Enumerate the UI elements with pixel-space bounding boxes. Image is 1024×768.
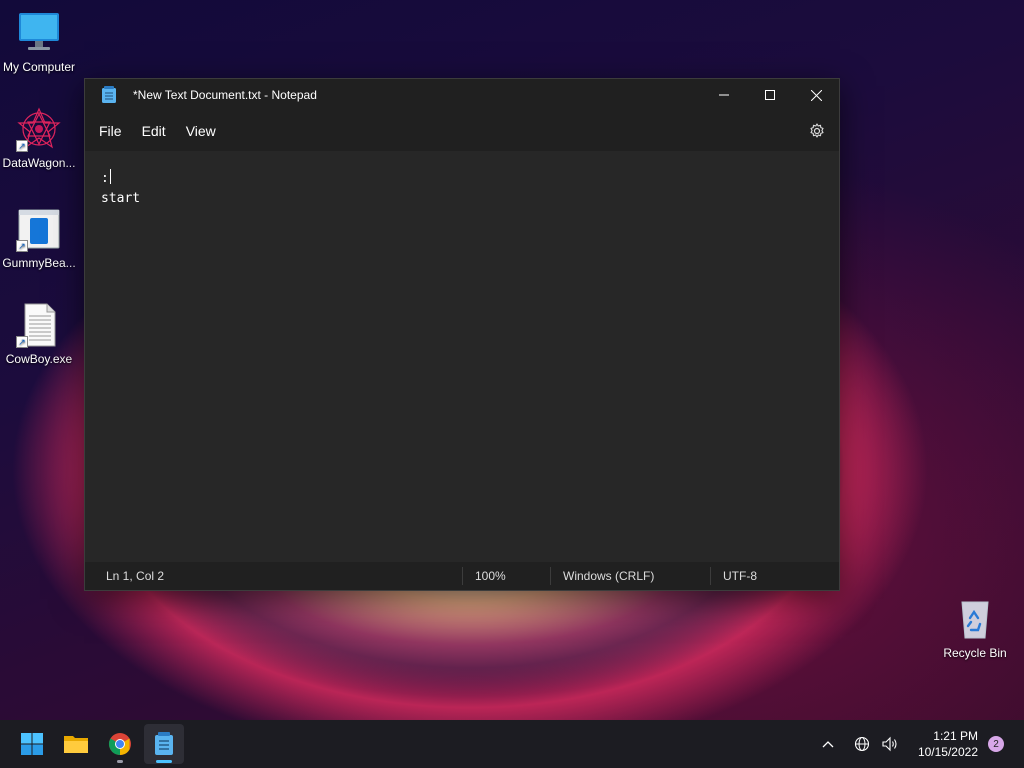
desktop-icon-datawagon[interactable]: ↗ DataWagon... xyxy=(0,106,78,170)
status-bar: Ln 1, Col 2 100% Windows (CRLF) UTF-8 xyxy=(85,562,839,590)
window-title: *New Text Document.txt - Notepad xyxy=(133,88,317,102)
desktop-icon-my-computer[interactable]: My Computer xyxy=(0,10,78,74)
speaker-icon xyxy=(882,736,897,752)
menu-edit[interactable]: Edit xyxy=(132,117,176,145)
minimize-button[interactable] xyxy=(701,79,747,111)
settings-button[interactable] xyxy=(807,121,827,141)
volume-button[interactable] xyxy=(878,732,902,756)
show-hidden-icons-button[interactable] xyxy=(816,732,840,756)
status-zoom: 100% xyxy=(462,567,550,585)
taskbar: 1:21 PM 10/15/2022 2 xyxy=(0,720,1024,768)
notepad-icon xyxy=(155,732,173,755)
close-icon xyxy=(810,89,822,101)
close-button[interactable] xyxy=(793,79,839,111)
menu-view[interactable]: View xyxy=(176,117,226,145)
notepad-taskbar-button[interactable] xyxy=(144,724,184,764)
chrome-icon xyxy=(109,733,131,755)
maximize-button[interactable] xyxy=(747,79,793,111)
start-icon xyxy=(21,733,43,755)
desktop-icon-gummybear[interactable]: ↗ GummyBea... xyxy=(0,206,78,270)
datawagon-icon: ↗ xyxy=(16,106,62,152)
monitor-icon xyxy=(16,10,62,56)
desktop-icon-recycle-bin[interactable]: Recycle Bin xyxy=(936,596,1014,660)
menu-file[interactable]: File xyxy=(89,117,132,145)
status-position: Ln 1, Col 2 xyxy=(106,569,165,583)
text-line: : xyxy=(101,169,111,186)
shortcut-arrow-icon: ↗ xyxy=(16,240,28,252)
title-bar[interactable]: *New Text Document.txt - Notepad xyxy=(85,79,839,111)
clock-time: 1:21 PM xyxy=(933,729,978,743)
active-indicator xyxy=(156,760,172,763)
minimize-icon xyxy=(719,94,729,96)
file-explorer-icon xyxy=(64,736,88,753)
menu-bar: File Edit View xyxy=(85,111,839,151)
notification-badge[interactable]: 2 xyxy=(988,736,1004,752)
text-caret xyxy=(109,169,111,184)
maximize-icon xyxy=(765,90,775,100)
status-line-ending: Windows (CRLF) xyxy=(550,567,710,585)
document-icon: ↗ xyxy=(16,302,62,348)
notepad-window: *New Text Document.txt - Notepad File Ed… xyxy=(84,78,840,591)
globe-icon xyxy=(854,736,869,752)
chevron-up-icon xyxy=(822,741,834,748)
gummybear-app-icon: ↗ xyxy=(16,206,62,252)
shortcut-arrow-icon: ↗ xyxy=(16,336,28,348)
text-line: start xyxy=(101,191,141,206)
shortcut-arrow-icon: ↗ xyxy=(16,140,28,152)
desktop-icon-label: DataWagon... xyxy=(2,156,76,170)
start-button[interactable] xyxy=(12,724,52,764)
clock[interactable]: 1:21 PM 10/15/2022 xyxy=(918,728,978,760)
network-button[interactable] xyxy=(850,732,874,756)
desktop-icon-label: CowBoy.exe xyxy=(5,352,73,366)
desktop-icon-label: GummyBea... xyxy=(2,256,76,270)
desktop-icon-label: Recycle Bin xyxy=(943,646,1007,660)
status-encoding: UTF-8 xyxy=(710,567,769,585)
notepad-icon xyxy=(101,86,117,104)
text-editor[interactable]: : start xyxy=(85,151,839,554)
file-explorer-button[interactable] xyxy=(56,724,96,764)
running-indicator xyxy=(117,760,123,763)
recycle-bin-icon xyxy=(952,596,998,642)
chrome-button[interactable] xyxy=(100,724,140,764)
desktop-icon-label: My Computer xyxy=(2,60,76,74)
desktop-icon-cowboy[interactable]: ↗ CowBoy.exe xyxy=(0,302,78,366)
system-tray: 1:21 PM 10/15/2022 2 xyxy=(814,728,1024,760)
gear-icon xyxy=(810,123,824,138)
clock-date: 10/15/2022 xyxy=(917,745,978,759)
